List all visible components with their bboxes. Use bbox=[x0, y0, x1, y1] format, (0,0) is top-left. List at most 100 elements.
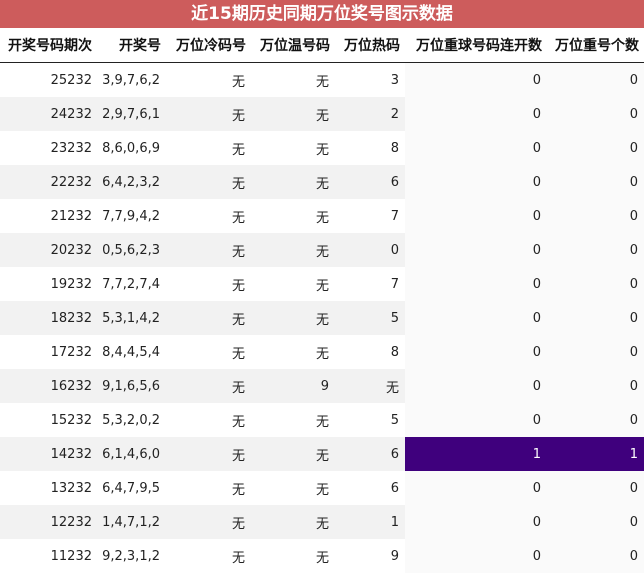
cell-cold: 无 bbox=[166, 471, 251, 505]
cell-warm: 无 bbox=[251, 539, 335, 573]
cell-repeat-count: 0 bbox=[547, 335, 644, 369]
table-row: 21232 7,7,9,4,2 无无 7 0 0 bbox=[0, 199, 644, 233]
table-row: 22232 6,4,2,3,2 无无 6 0 0 bbox=[0, 165, 644, 199]
cell-issue: 24232 bbox=[0, 97, 98, 131]
cell-cold: 无 bbox=[166, 539, 251, 573]
cell-hot: 2 bbox=[335, 97, 405, 131]
cell-issue: 18232 bbox=[0, 301, 98, 335]
cell-repeat-count: 0 bbox=[547, 233, 644, 267]
cell-warm: 9 bbox=[251, 369, 335, 403]
cell-hot: 5 bbox=[335, 301, 405, 335]
cell-cold: 无 bbox=[166, 437, 251, 471]
table-row: 20232 0,5,6,2,3 无无 0 0 0 bbox=[0, 233, 644, 267]
table-row: 24232 2,9,7,6,1 无无 2 0 0 bbox=[0, 97, 644, 131]
cell-repeat-count: 0 bbox=[547, 267, 644, 301]
table-row: 11232 9,2,3,1,2 无无 9 0 0 bbox=[0, 539, 644, 573]
header-cold: 万位冷码号 bbox=[166, 28, 251, 63]
cell-cold: 无 bbox=[166, 335, 251, 369]
cell-repeat-streak: 0 bbox=[405, 131, 547, 165]
cell-hot: 1 bbox=[335, 505, 405, 539]
cell-cold: 无 bbox=[166, 165, 251, 199]
cell-cold: 无 bbox=[166, 199, 251, 233]
cell-warm: 无 bbox=[251, 165, 335, 199]
table-row: 16232 9,1,6,5,6 无 9 无 0 0 bbox=[0, 369, 644, 403]
table-row: 14232 6,1,4,6,0 无无 6 1 1 bbox=[0, 437, 644, 471]
table-row: 25232 3,9,7,6,2 无无 3 0 0 bbox=[0, 62, 644, 97]
table-body: 25232 3,9,7,6,2 无无 3 0 0 24232 2,9,7,6,1 无无 2 0 0 23… bbox=[0, 62, 644, 573]
cell-repeat-streak: 0 bbox=[405, 199, 547, 233]
cell-issue: 21232 bbox=[0, 199, 98, 233]
cell-issue: 14232 bbox=[0, 437, 98, 471]
cell-repeat-streak: 0 bbox=[405, 267, 547, 301]
header-issue: 开奖号码期次 bbox=[0, 28, 98, 63]
cell-cold: 无 bbox=[166, 267, 251, 301]
cell-hot: 7 bbox=[335, 199, 405, 233]
cell-hot: 5 bbox=[335, 403, 405, 437]
cell-repeat-streak: 0 bbox=[405, 233, 547, 267]
cell-issue: 15232 bbox=[0, 403, 98, 437]
cell-cold: 无 bbox=[166, 505, 251, 539]
cell-numbers: 6,1,4,6,0 bbox=[98, 437, 166, 471]
cell-warm: 无 bbox=[251, 505, 335, 539]
cell-repeat-count: 0 bbox=[547, 131, 644, 165]
header-numbers: 开奖号 bbox=[98, 28, 166, 63]
header-hot: 万位热码 bbox=[335, 28, 405, 63]
header-warm: 万位温号码 bbox=[251, 28, 335, 63]
cell-hot: 8 bbox=[335, 131, 405, 165]
cell-numbers: 2,9,7,6,1 bbox=[98, 97, 166, 131]
cell-issue: 11232 bbox=[0, 539, 98, 573]
cell-warm: 无 bbox=[251, 62, 335, 97]
data-table: 开奖号码期次 开奖号 万位冷码号 万位温号码 万位热码 万位重球号码连开数 万位… bbox=[0, 28, 644, 573]
cell-warm: 无 bbox=[251, 301, 335, 335]
cell-repeat-count: 0 bbox=[547, 165, 644, 199]
cell-repeat-count: 0 bbox=[547, 62, 644, 97]
cell-hot: 8 bbox=[335, 335, 405, 369]
cell-issue: 17232 bbox=[0, 335, 98, 369]
cell-repeat-streak: 1 bbox=[405, 437, 547, 471]
cell-repeat-count: 0 bbox=[547, 369, 644, 403]
cell-repeat-streak: 0 bbox=[405, 62, 547, 97]
header-repeat-streak: 万位重球号码连开数 bbox=[405, 28, 547, 63]
cell-warm: 无 bbox=[251, 437, 335, 471]
cell-hot: 无 bbox=[335, 369, 405, 403]
cell-numbers: 9,2,3,1,2 bbox=[98, 539, 166, 573]
cell-hot: 6 bbox=[335, 165, 405, 199]
cell-repeat-streak: 0 bbox=[405, 539, 547, 573]
cell-warm: 无 bbox=[251, 233, 335, 267]
table-row: 17232 8,4,4,5,4 无无 8 0 0 bbox=[0, 335, 644, 369]
cell-warm: 无 bbox=[251, 403, 335, 437]
cell-warm: 无 bbox=[251, 97, 335, 131]
table-row: 19232 7,7,2,7,4 无无 7 0 0 bbox=[0, 267, 644, 301]
cell-repeat-streak: 0 bbox=[405, 369, 547, 403]
cell-issue: 22232 bbox=[0, 165, 98, 199]
cell-hot: 6 bbox=[335, 437, 405, 471]
cell-hot: 3 bbox=[335, 62, 405, 97]
cell-hot: 9 bbox=[335, 539, 405, 573]
cell-numbers: 7,7,9,4,2 bbox=[98, 199, 166, 233]
cell-repeat-streak: 0 bbox=[405, 471, 547, 505]
cell-hot: 0 bbox=[335, 233, 405, 267]
cell-warm: 无 bbox=[251, 199, 335, 233]
cell-repeat-streak: 0 bbox=[405, 335, 547, 369]
cell-numbers: 6,4,2,3,2 bbox=[98, 165, 166, 199]
cell-cold: 无 bbox=[166, 131, 251, 165]
cell-warm: 无 bbox=[251, 267, 335, 301]
cell-numbers: 6,4,7,9,5 bbox=[98, 471, 166, 505]
cell-cold: 无 bbox=[166, 62, 251, 97]
cell-repeat-streak: 0 bbox=[405, 403, 547, 437]
cell-repeat-count: 0 bbox=[547, 471, 644, 505]
table-row: 13232 6,4,7,9,5 无无 6 0 0 bbox=[0, 471, 644, 505]
cell-warm: 无 bbox=[251, 131, 335, 165]
cell-repeat-count: 0 bbox=[547, 539, 644, 573]
cell-repeat-streak: 0 bbox=[405, 97, 547, 131]
cell-numbers: 1,4,7,1,2 bbox=[98, 505, 166, 539]
header-repeat-count: 万位重号个数 bbox=[547, 28, 644, 63]
cell-cold: 无 bbox=[166, 301, 251, 335]
cell-repeat-streak: 0 bbox=[405, 505, 547, 539]
cell-repeat-count: 1 bbox=[547, 437, 644, 471]
cell-issue: 12232 bbox=[0, 505, 98, 539]
cell-cold: 无 bbox=[166, 403, 251, 437]
cell-repeat-streak: 0 bbox=[405, 301, 547, 335]
cell-repeat-streak: 0 bbox=[405, 165, 547, 199]
cell-issue: 20232 bbox=[0, 233, 98, 267]
